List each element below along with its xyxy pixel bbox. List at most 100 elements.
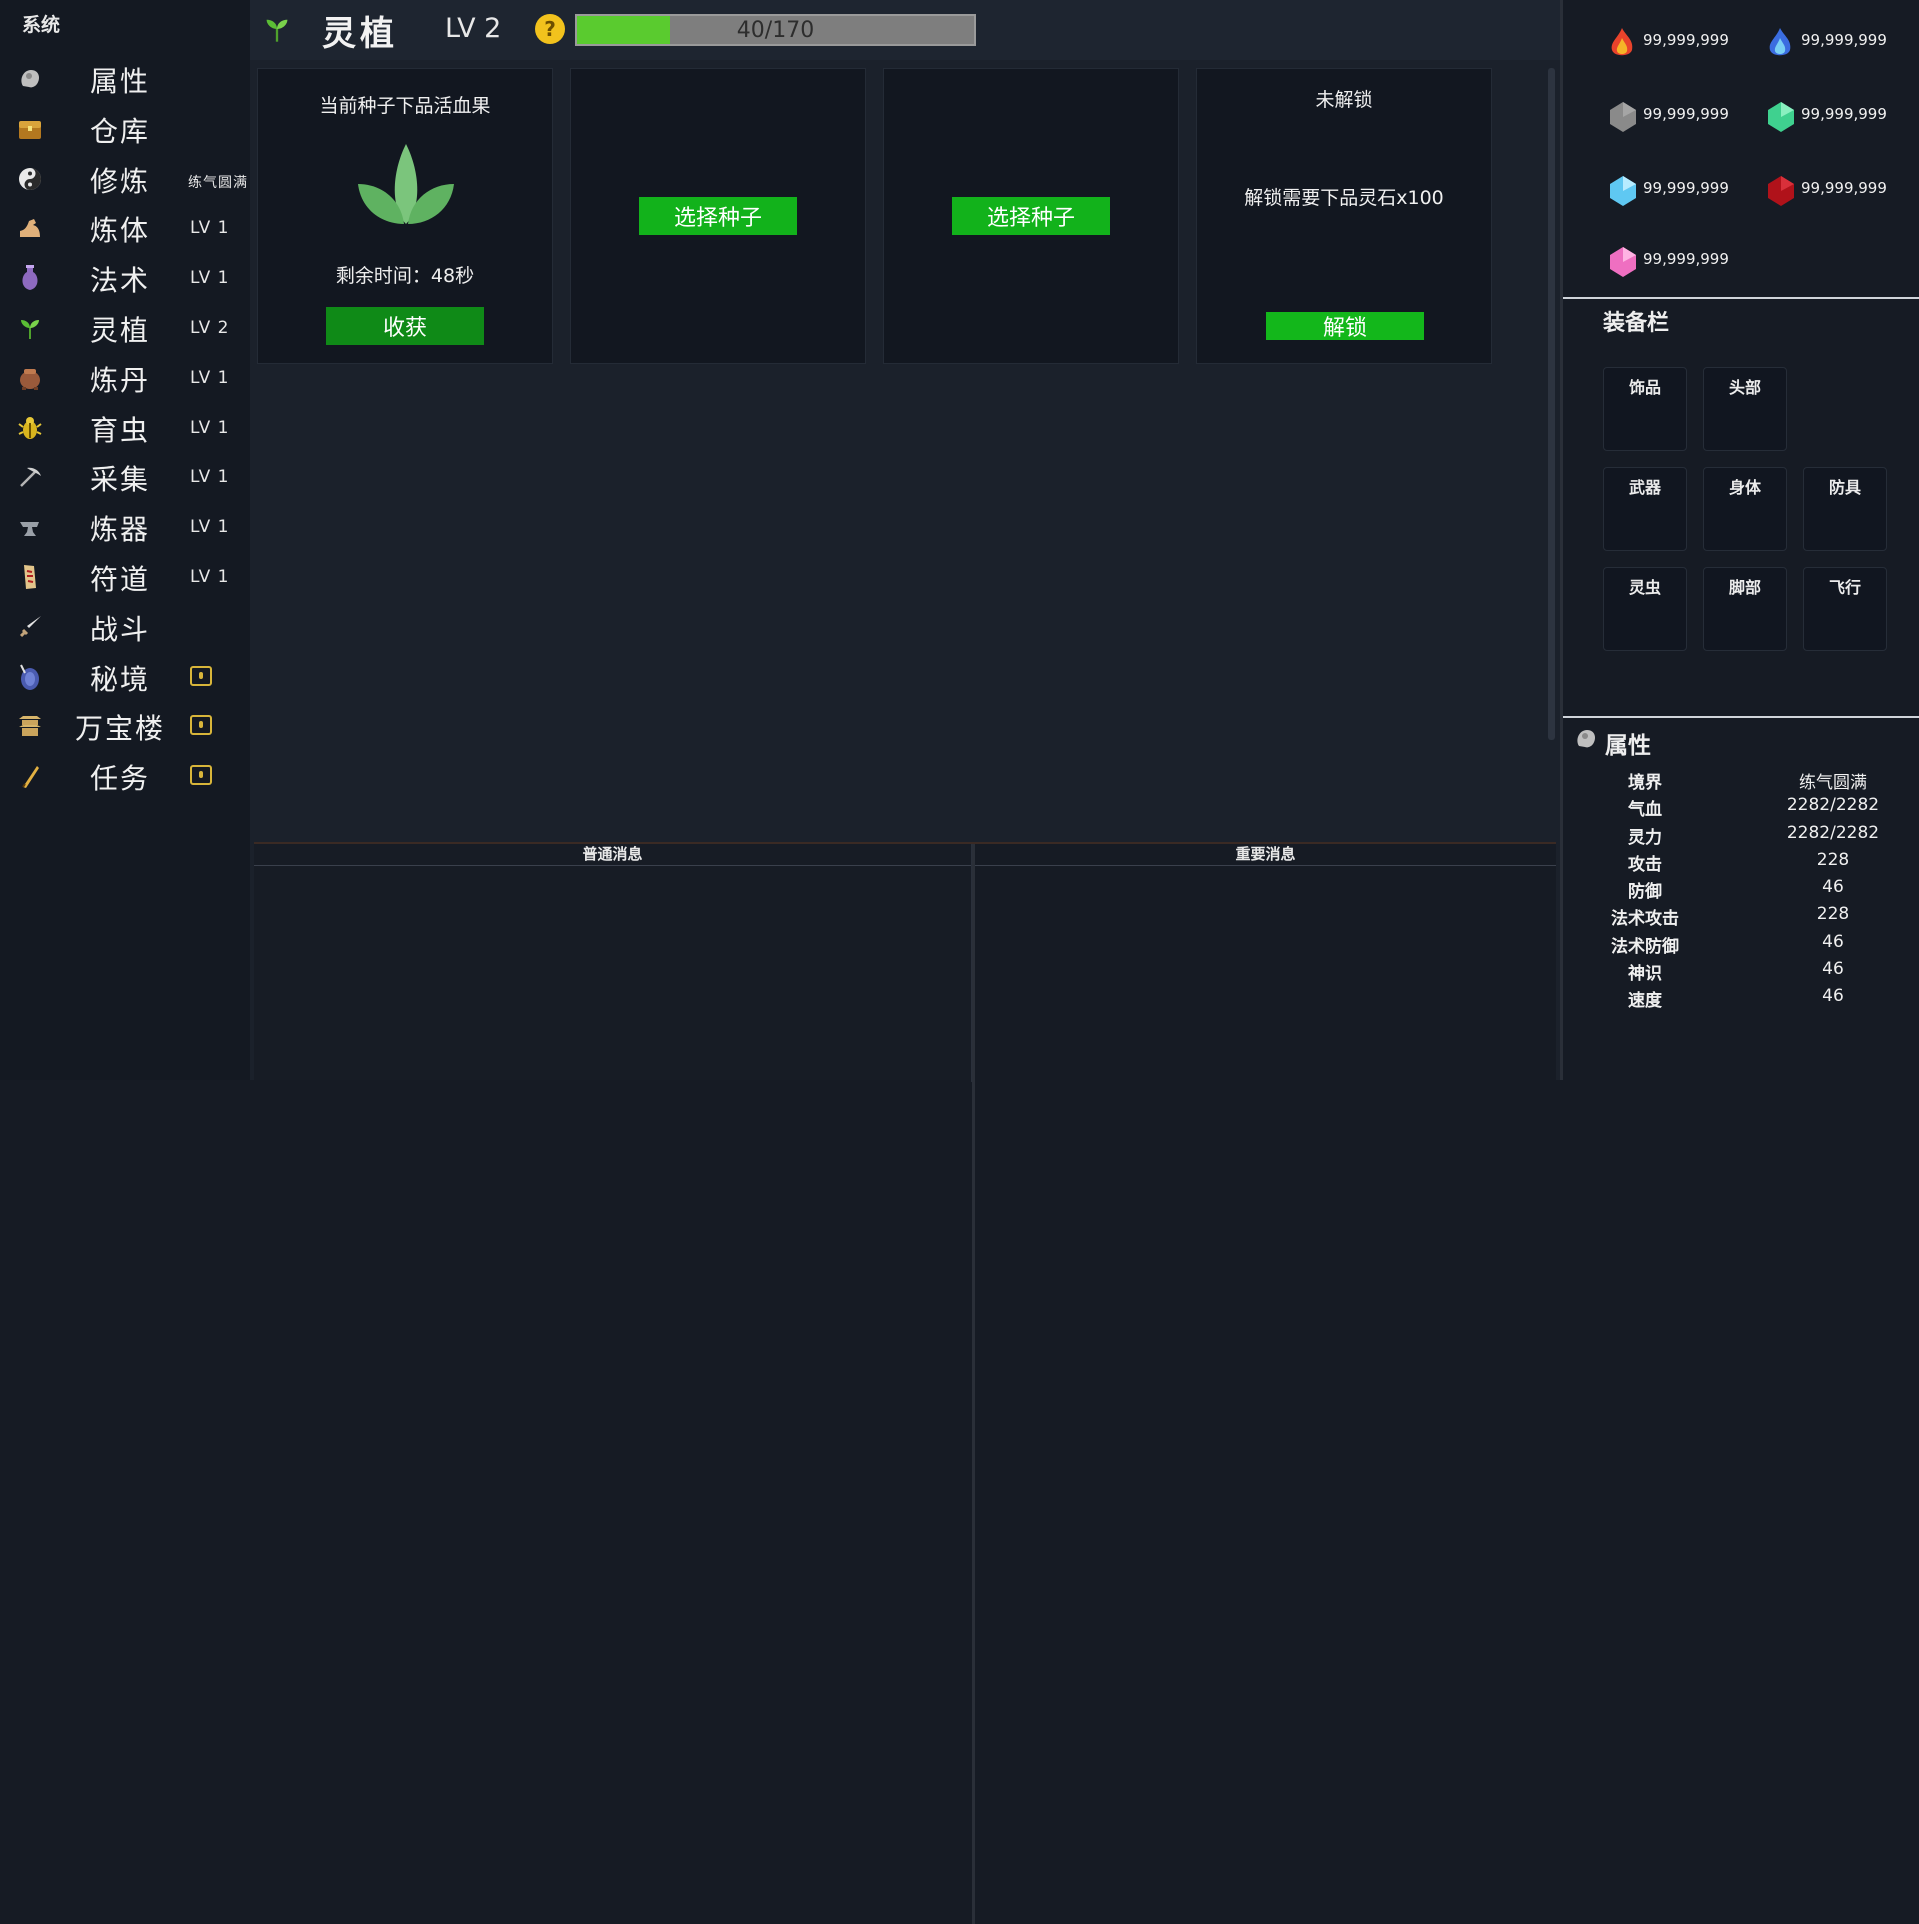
important-messages-panel[interactable]: 重要消息 [972, 844, 1556, 1924]
equip-slot-weapon[interactable]: 武器 [1603, 467, 1687, 551]
attribute-key: 法术防御 [1611, 937, 1679, 957]
level-text: LV 1 [190, 467, 230, 488]
cauldron-icon [16, 364, 44, 392]
sidebar-item-quests[interactable]: 任务 [0, 751, 250, 801]
sidebar-item-treasure-tower[interactable]: 万宝楼 [0, 701, 250, 751]
fire-gem-icon [1608, 26, 1640, 60]
sidebar-item-label: 符道 [89, 562, 150, 596]
sidebar-item-label: 炼丹 [89, 363, 150, 397]
level-text: LV 1 [190, 218, 230, 239]
pickaxe-icon [16, 463, 44, 491]
plot-timer: 剩余时间：48秒 [335, 265, 475, 287]
equip-slot-accessory[interactable]: 饰品 [1603, 367, 1687, 451]
attribute-value: 2282/2282 [1786, 823, 1880, 843]
sidebar-item-cultivate[interactable]: 修炼 练气圆满 [0, 154, 250, 204]
normal-messages-panel[interactable]: 普通消息 [254, 844, 972, 1082]
unlock-button[interactable]: 解锁 [1266, 312, 1424, 341]
sidebar-item-label: 秘境 [89, 662, 150, 696]
harvest-button[interactable]: 收获 [326, 307, 484, 345]
level-text: LV 2 [190, 317, 230, 338]
level-text: LV 1 [190, 566, 230, 587]
main-header: 灵植 LV 2 ? 40/170 [250, 0, 1560, 60]
sidebar-item-body-refine[interactable]: 炼体 LV 1 [0, 203, 250, 253]
attribute-key: 法术攻击 [1611, 909, 1679, 929]
equip-slot-body[interactable]: 身体 [1703, 467, 1787, 551]
attribute-row: 法术攻击 228 [1563, 904, 1919, 930]
plot-card-4: 未解锁 解锁需要下品灵石x100 解锁 [1196, 68, 1492, 364]
arm-icon [16, 214, 44, 242]
attributes-title: 属性 [1605, 733, 1651, 759]
quill-icon [16, 762, 44, 790]
resource-item: 99,999,999 [1563, 20, 1733, 60]
anvil-icon [16, 513, 44, 541]
system-label[interactable]: 系统 [22, 10, 60, 37]
resource-amount: 99,999,999 [1801, 31, 1887, 49]
attribute-row: 灵力 2282/2282 [1563, 823, 1919, 849]
resource-amount: 99,999,999 [1801, 179, 1887, 197]
resource-item: 99,999,999 [1721, 20, 1891, 60]
cyan-gem-icon [1608, 174, 1640, 208]
sidebar-item-label: 育虫 [89, 413, 150, 447]
important-messages-header: 重要消息 [975, 844, 1556, 866]
sidebar-item-secret-realm[interactable]: 秘境 [0, 652, 250, 702]
sidebar-item-forging[interactable]: 炼器 LV 1 [0, 502, 250, 552]
attribute-row: 防御 46 [1563, 877, 1919, 903]
main-scrollbar[interactable] [1548, 68, 1555, 740]
sidebar-item-spirit-plants[interactable]: 灵植 LV 2 [0, 303, 250, 353]
sidebar-item-label: 属性 [89, 65, 150, 98]
xp-progress-text: 40/170 [736, 17, 815, 43]
sidebar-item-alchemy[interactable]: 炼丹 LV 1 [0, 353, 250, 403]
attribute-key: 气血 [1628, 800, 1662, 820]
sidebar-item-attributes[interactable]: 属性 [0, 54, 250, 104]
level-text: LV 1 [190, 367, 230, 388]
help-icon[interactable]: ? [535, 14, 565, 44]
attribute-key: 速度 [1628, 991, 1662, 1011]
portal-icon [16, 663, 44, 691]
resource-amount: 99,999,999 [1643, 250, 1729, 268]
lock-icon [190, 715, 212, 736]
equip-slot-head[interactable]: 头部 [1703, 367, 1787, 451]
sidebar-item-insects[interactable]: 育虫 LV 1 [0, 403, 250, 453]
red-gem-icon [1766, 174, 1798, 208]
sidebar-item-talisman[interactable]: 符道 LV 1 [0, 552, 250, 602]
sidebar: 系统 属性 仓库 修炼 练气圆满 炼体 LV 1 法术 LV 1 灵植 LV 2… [0, 0, 250, 1080]
equip-slot-spirit-insect[interactable]: 灵虫 [1603, 567, 1687, 651]
slot-label: 灵虫 [1628, 578, 1661, 597]
sidebar-item-label: 仓库 [89, 114, 150, 148]
gray-gem-icon [1608, 100, 1640, 134]
right-panel: 99,999,999 99,999,999 99,999,999 99,999,… [1560, 0, 1919, 1080]
yinyang-icon [16, 165, 44, 193]
page-title: 灵植 [322, 14, 398, 54]
attribute-value: 2282/2282 [1786, 795, 1880, 815]
sidebar-item-label: 战斗 [89, 612, 150, 646]
attribute-value: 46 [1822, 959, 1844, 979]
sidebar-item-label: 修炼 [89, 164, 150, 198]
divider [1563, 716, 1919, 718]
message-panel: 普通消息 重要消息 [254, 842, 1556, 1924]
sidebar-item-label: 任务 [89, 762, 150, 796]
select-seed-button[interactable]: 选择种子 [639, 197, 797, 235]
attribute-key: 攻击 [1628, 855, 1662, 875]
pink-gem-icon [1608, 245, 1640, 279]
sidebar-item-battle[interactable]: 战斗 [0, 602, 250, 652]
attribute-value: 练气圆满 [1799, 773, 1867, 793]
equip-slot-armor[interactable]: 防具 [1803, 467, 1887, 551]
sidebar-item-label: 灵植 [89, 313, 150, 347]
sidebar-item-warehouse[interactable]: 仓库 [0, 104, 250, 154]
sidebar-item-label: 采集 [89, 463, 150, 497]
equip-slot-feet[interactable]: 脚部 [1703, 567, 1787, 651]
resource-item: 99,999,999 [1563, 168, 1733, 208]
xp-progress-bar: 40/170 [575, 14, 976, 46]
plot-card-1: 当前种子下品活血果 剩余时间：48秒 收获 [257, 68, 553, 364]
bug-icon [16, 414, 44, 442]
slot-label: 饰品 [1628, 378, 1661, 397]
slot-label: 武器 [1628, 478, 1661, 497]
equip-slot-flight[interactable]: 飞行 [1803, 567, 1887, 651]
resource-item: 99,999,999 [1721, 94, 1891, 134]
attribute-value: 46 [1822, 986, 1844, 1006]
lock-icon [190, 665, 212, 686]
sidebar-item-gathering[interactable]: 采集 LV 1 [0, 452, 250, 502]
select-seed-button[interactable]: 选择种子 [952, 197, 1110, 235]
attribute-key: 境界 [1628, 773, 1662, 793]
sidebar-item-spells[interactable]: 法术 LV 1 [0, 253, 250, 303]
